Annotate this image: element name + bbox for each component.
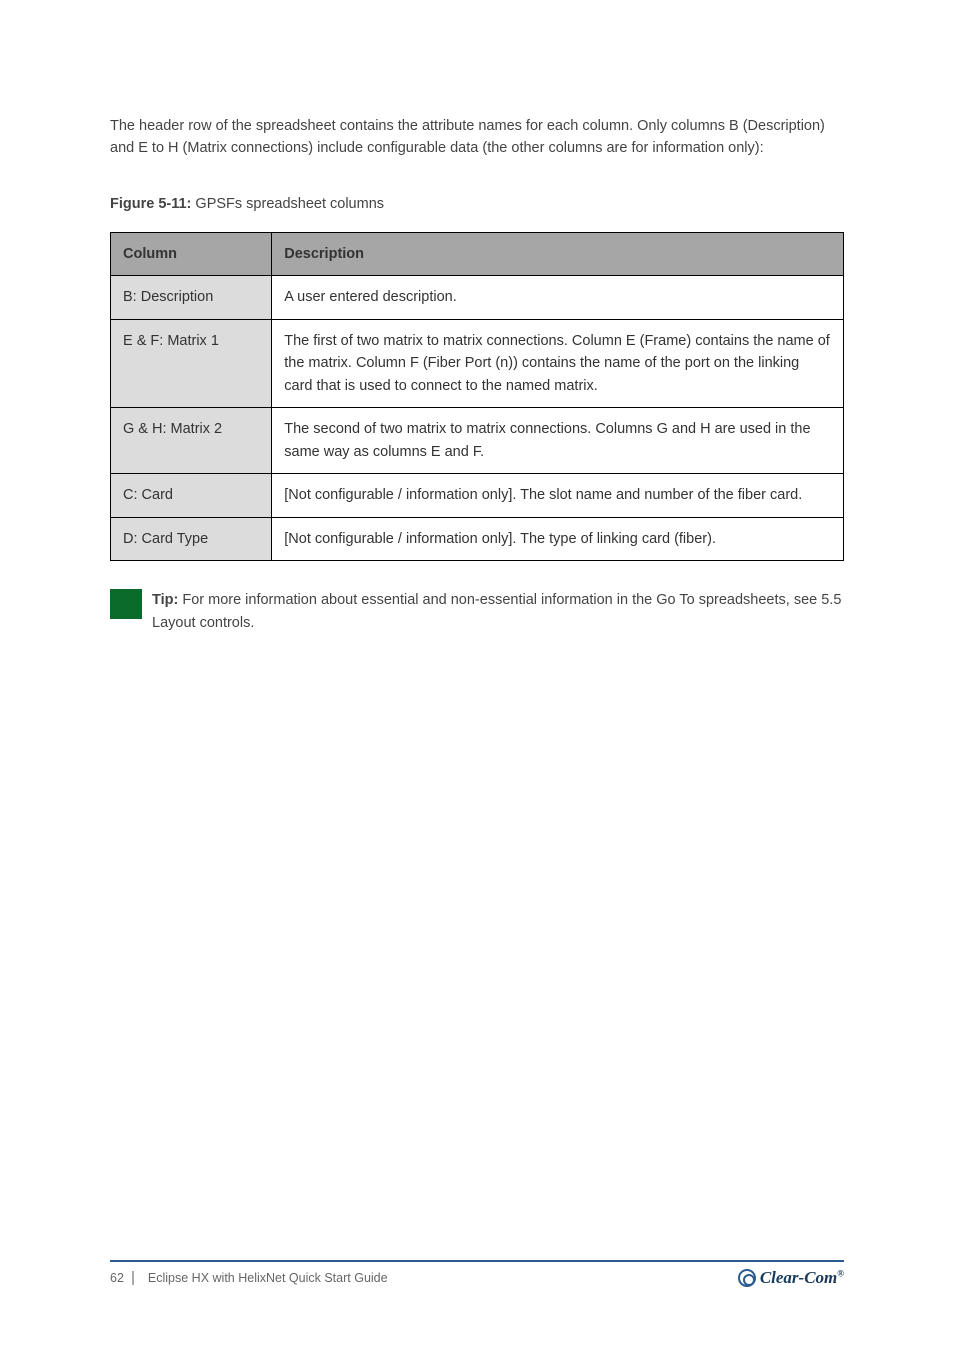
tip-icon: [110, 589, 142, 619]
figure-caption: Figure 5-11: GPSFs spreadsheet columns: [110, 196, 844, 212]
tip-label: Tip:: [152, 592, 178, 608]
cell-desc: [Not configurable / information only]. T…: [272, 517, 844, 560]
page-number: 62: [110, 1271, 134, 1285]
table-row: D: Card Type [Not configurable / informa…: [111, 517, 844, 560]
header-column: Column: [111, 232, 272, 275]
header-description: Description: [272, 232, 844, 275]
table-row: G & H: Matrix 2 The second of two matrix…: [111, 408, 844, 474]
page-footer: 62 Eclipse HX with HelixNet Quick Start …: [110, 1260, 844, 1288]
clearcom-logo: Clear-Com®: [738, 1268, 844, 1288]
cell-desc: [Not configurable / information only]. T…: [272, 474, 844, 517]
cell-desc: The second of two matrix to matrix conne…: [272, 408, 844, 474]
tip-body: For more information about essential and…: [152, 592, 841, 630]
cell-desc: The first of two matrix to matrix connec…: [272, 319, 844, 407]
cell-desc: A user entered description.: [272, 276, 844, 319]
table-row: B: Description A user entered descriptio…: [111, 276, 844, 319]
cell-key: D: Card Type: [111, 517, 272, 560]
gpsf-columns-table: Column Description B: Description A user…: [110, 232, 844, 561]
figure-image-placeholder: [110, 172, 844, 196]
cell-key: C: Card: [111, 474, 272, 517]
cell-key: G & H: Matrix 2: [111, 408, 272, 474]
tip-callout: Tip: For more information about essentia…: [110, 589, 844, 634]
table-row: C: Card [Not configurable / information …: [111, 474, 844, 517]
table-row: E & F: Matrix 1 The first of two matrix …: [111, 319, 844, 407]
intro-paragraph: The header row of the spreadsheet contai…: [110, 115, 844, 160]
table-header-row: Column Description: [111, 232, 844, 275]
tip-paragraph: Tip: For more information about essentia…: [152, 589, 844, 634]
logo-icon: [738, 1269, 756, 1287]
cell-key: B: Description: [111, 276, 272, 319]
footer-title: Eclipse HX with HelixNet Quick Start Gui…: [148, 1271, 388, 1285]
cell-key: E & F: Matrix 1: [111, 319, 272, 407]
logo-text: Clear-Com®: [760, 1268, 844, 1288]
footer-divider: [110, 1260, 844, 1262]
caption-label: Figure 5-11:: [110, 196, 191, 212]
caption-text: GPSFs spreadsheet columns: [191, 196, 384, 212]
